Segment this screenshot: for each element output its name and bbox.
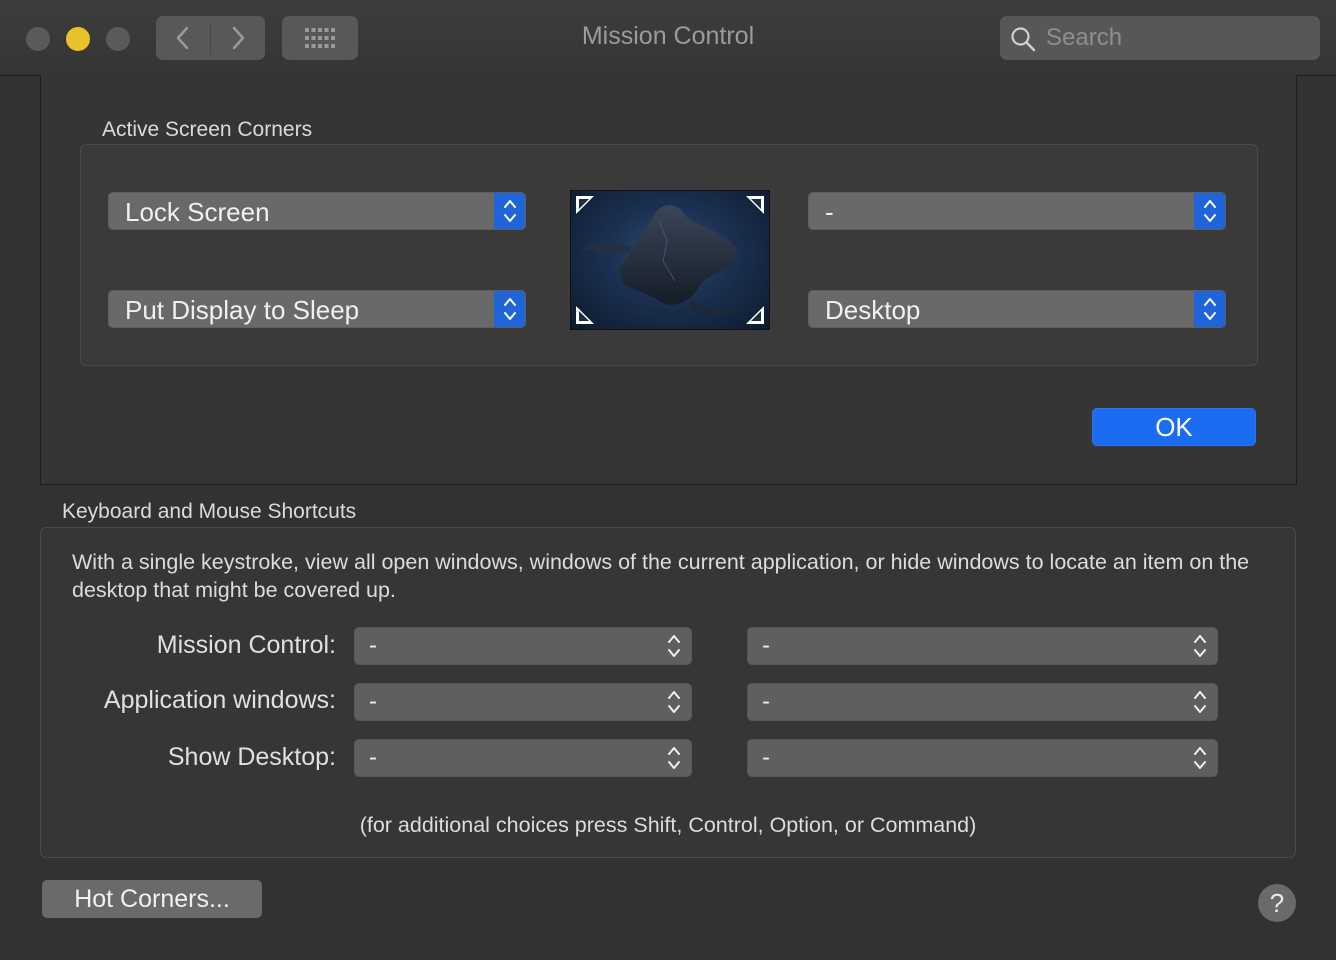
hot-corners-button[interactable]: Hot Corners... bbox=[42, 880, 262, 918]
popup-value: - bbox=[762, 688, 770, 715]
application-windows-keyboard-popup[interactable]: - bbox=[354, 683, 692, 721]
updown-arrows-icon bbox=[494, 291, 525, 327]
updown-arrows-icon bbox=[494, 193, 525, 229]
corner-bottom-left-marker bbox=[576, 306, 594, 324]
updown-arrows-icon bbox=[1194, 635, 1206, 657]
title-bar: Mission Control Search bbox=[0, 0, 1336, 76]
popup-value: - bbox=[762, 632, 770, 659]
modifier-hint: (for additional choices press Shift, Con… bbox=[359, 813, 977, 837]
updown-arrows-icon bbox=[1194, 691, 1206, 713]
shortcuts-description: With a single keystroke, view all open w… bbox=[72, 550, 1250, 602]
updown-arrows-icon bbox=[668, 691, 680, 713]
search-icon bbox=[1011, 27, 1036, 52]
popup-value: - bbox=[369, 688, 377, 715]
updown-arrows-icon bbox=[668, 747, 680, 769]
search-placeholder: Search bbox=[1046, 24, 1123, 51]
wallpaper-island-image bbox=[576, 196, 764, 324]
shortcuts-group-label: Keyboard and Mouse Shortcuts bbox=[62, 500, 357, 523]
bottom-left-corner-popup[interactable]: Put Display to Sleep bbox=[108, 290, 526, 328]
top-right-corner-value: - bbox=[825, 197, 834, 227]
mission-control-label: Mission Control: bbox=[156, 631, 336, 659]
popup-value: - bbox=[369, 632, 377, 659]
top-left-corner-value: Lock Screen bbox=[125, 197, 270, 227]
top-left-corner-popup[interactable]: Lock Screen bbox=[108, 192, 526, 230]
popup-value: - bbox=[369, 744, 377, 771]
updown-arrows-icon bbox=[668, 635, 680, 657]
bottom-right-corner-value: Desktop bbox=[825, 295, 921, 325]
mission-control-keyboard-popup[interactable]: - bbox=[354, 627, 692, 665]
popup-value: - bbox=[762, 744, 770, 771]
show-desktop-label: Show Desktop: bbox=[167, 743, 336, 771]
corner-top-left-marker bbox=[576, 196, 594, 214]
corner-top-right-marker bbox=[746, 196, 764, 214]
show-desktop-mouse-popup[interactable]: - bbox=[747, 739, 1218, 777]
top-right-corner-popup[interactable]: - bbox=[808, 192, 1226, 230]
mission-control-mouse-popup[interactable]: - bbox=[747, 627, 1218, 665]
application-windows-mouse-popup[interactable]: - bbox=[747, 683, 1218, 721]
active-screen-corners-label: Active Screen Corners bbox=[102, 118, 313, 141]
updown-arrows-icon bbox=[1194, 193, 1225, 229]
bottom-left-corner-value: Put Display to Sleep bbox=[125, 295, 360, 325]
show-desktop-keyboard-popup[interactable]: - bbox=[354, 739, 692, 777]
updown-arrows-icon bbox=[1194, 747, 1206, 769]
application-windows-label: Application windows: bbox=[103, 686, 336, 714]
updown-arrows-icon bbox=[1194, 291, 1225, 327]
desktop-preview bbox=[570, 190, 770, 330]
bottom-right-corner-popup[interactable]: Desktop bbox=[808, 290, 1226, 328]
corner-bottom-right-marker bbox=[746, 306, 764, 324]
ok-button[interactable]: OK bbox=[1092, 408, 1256, 446]
search-field[interactable]: Search bbox=[1000, 16, 1320, 60]
help-button[interactable]: ? bbox=[1258, 884, 1296, 922]
